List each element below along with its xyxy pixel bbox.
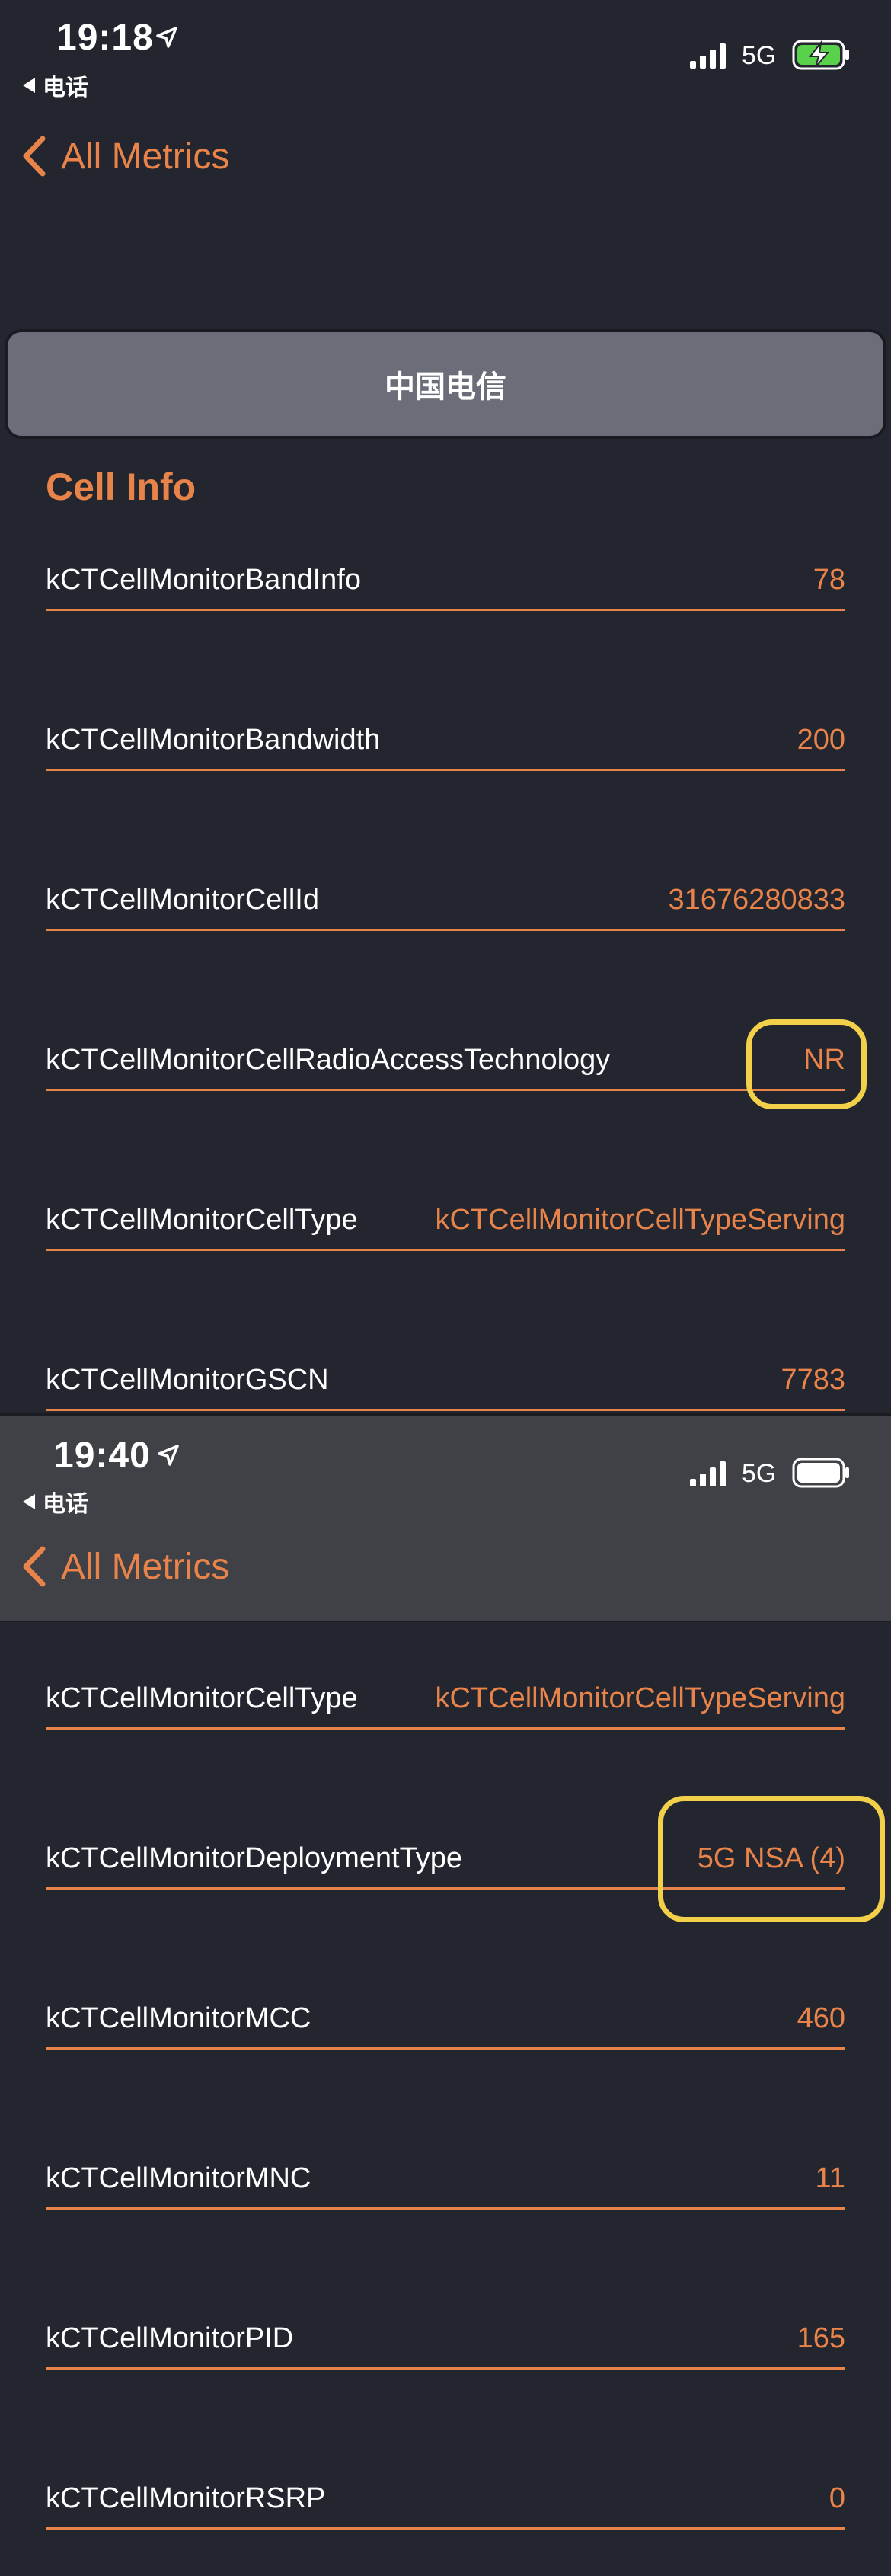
metric-row: kCTCellMonitorRSRP 0 [46, 2476, 845, 2530]
network-type: 5G [742, 41, 777, 70]
back-to-app[interactable]: 电话 [23, 1485, 88, 1518]
signal-bars-icon [690, 43, 726, 69]
metric-value: kCTCellMonitorCellTypeServing [435, 1204, 845, 1236]
back-triangle-icon [23, 78, 35, 93]
metric-key: kCTCellMonitorCellRadioAccessTechnology [46, 1044, 611, 1076]
metric-row: kCTCellMonitorCellType kCTCellMonitorCel… [46, 1676, 845, 1730]
chevron-left-icon [23, 1546, 46, 1587]
all-metrics-back-button[interactable]: All Metrics [20, 1544, 229, 1589]
metric-row: kCTCellMonitorPID 165 [46, 2316, 845, 2370]
metric-key: kCTCellMonitorPID [46, 2322, 294, 2354]
metric-key: kCTCellMonitorGSCN [46, 1364, 329, 1396]
metric-value: 78 [813, 564, 845, 596]
nav-back-label: All Metrics [61, 136, 230, 177]
metric-row: kCTCellMonitorCellId 31676280833 [46, 878, 845, 931]
nav-back-label: All Metrics [61, 1546, 230, 1587]
status-bar: 19:40 电话 5G [0, 1415, 891, 1522]
location-arrow-icon [156, 27, 177, 48]
back-to-app[interactable]: 电话 [23, 69, 88, 102]
metric-value: kCTCellMonitorCellTypeServing [435, 1682, 845, 1714]
metric-row: kCTCellMonitorBandwidth 200 [46, 718, 845, 771]
metric-row: kCTCellMonitorMNC 11 [46, 2156, 845, 2210]
metric-key: kCTCellMonitorDeploymentType [46, 1842, 462, 1874]
section-title: Cell Info [46, 466, 196, 508]
status-bar: 19:18 电话 5G [0, 0, 891, 107]
location-arrow-icon [158, 1445, 179, 1466]
screenshot-1: 19:18 电话 5G All Metrics 中国电信 Cell Info k… [0, 0, 891, 1413]
metric-value: 200 [797, 724, 845, 756]
metric-key: kCTCellMonitorCellType [46, 1204, 358, 1236]
metric-value: 31676280833 [668, 884, 845, 916]
metric-key: kCTCellMonitorMCC [46, 2002, 311, 2034]
metric-row: kCTCellMonitorCellType kCTCellMonitorCel… [46, 1198, 845, 1251]
battery-icon [792, 1458, 849, 1488]
metric-key: kCTCellMonitorMNC [46, 2162, 311, 2194]
chevron-left-icon [23, 136, 46, 177]
highlight-annotation [658, 1796, 885, 1922]
metric-row: kCTCellMonitorGSCN 7783 [46, 1358, 845, 1411]
metric-value: 460 [797, 2002, 845, 2034]
metric-key: kCTCellMonitorCellId [46, 884, 319, 916]
metric-key: kCTCellMonitorBandInfo [46, 564, 361, 596]
metric-key: kCTCellMonitorRSRP [46, 2482, 326, 2514]
metric-row: kCTCellMonitorBandInfo 78 [46, 558, 845, 611]
back-app-label: 电话 [43, 1492, 88, 1517]
back-triangle-icon [23, 1494, 35, 1509]
metric-key: kCTCellMonitorCellType [46, 1682, 358, 1714]
back-app-label: 电话 [43, 75, 88, 101]
screen-header: 19:40 电话 5G All Metrics [0, 1413, 891, 1622]
screenshot-2: 19:40 电话 5G All Metrics kCTCellMonitorCe… [0, 1413, 891, 2576]
highlight-annotation [746, 1019, 867, 1109]
metric-value: 0 [829, 2482, 845, 2514]
carrier-button[interactable]: 中国电信 [5, 329, 886, 439]
all-metrics-back-button[interactable]: All Metrics [20, 134, 229, 178]
metric-value: 7783 [781, 1364, 845, 1396]
signal-bars-icon [690, 1461, 726, 1486]
status-time: 19:18 [56, 18, 154, 58]
battery-charging-icon [792, 40, 849, 70]
metric-value: 11 [815, 2162, 845, 2194]
metric-row: kCTCellMonitorMCC 460 [46, 1996, 845, 2050]
metric-row: kCTCellMonitorCellRadioAccessTechnology … [46, 1038, 845, 1091]
status-time: 19:40 [53, 1435, 151, 1476]
carrier-label: 中国电信 [385, 370, 506, 404]
metric-key: kCTCellMonitorBandwidth [46, 724, 381, 756]
metric-value: 165 [797, 2322, 845, 2354]
network-type: 5G [742, 1459, 777, 1488]
